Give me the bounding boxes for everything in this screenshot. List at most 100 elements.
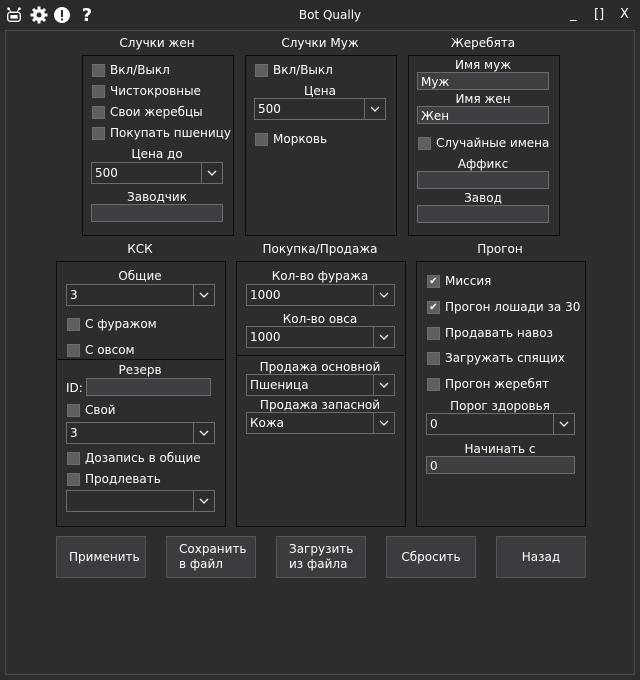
run-sell-manure-label: Продавать навоз (445, 326, 553, 340)
trade-spare-sale-value: Кожа (250, 416, 285, 430)
foals-random-label: Случайные имена (436, 136, 550, 150)
stallions-price-label: Цена (304, 84, 336, 98)
trade-main-sale-select[interactable]: Пшеница (246, 374, 395, 396)
trade-oats-label: Кол-во овса (282, 312, 358, 326)
apply-button[interactable]: Применить (56, 536, 146, 578)
mares-own-checkbox[interactable]: Свои жеребцы (92, 105, 203, 119)
foals-female-label: Имя жен (455, 92, 511, 106)
run-title: Прогон (477, 242, 523, 256)
chevron-down-icon (553, 414, 574, 434)
stallions-carrot-label: Морковь (273, 132, 328, 146)
minimize-button[interactable]: _ (570, 7, 577, 22)
ksk-general-value: 3 (70, 288, 78, 302)
mares-buy-wheat-label: Покупать пшеницу (110, 126, 231, 140)
run-mission-label: Миссия (445, 274, 492, 288)
ksk-title: КСК (127, 242, 153, 256)
mares-pure-checkbox[interactable]: Чистокровные (92, 84, 201, 98)
run-30-label: Прогон лошади за 30 (445, 300, 581, 314)
chevron-down-icon (373, 285, 394, 305)
ksk-general-select[interactable]: 3 (66, 284, 215, 306)
trade-feed-label: Кол-во фуража (271, 269, 369, 283)
ksk-oats-label: С овсом (85, 343, 135, 357)
trade-feed-value: 1000 (250, 288, 281, 302)
run-start-label: Начинать с (464, 442, 536, 456)
run-mission-checkbox[interactable]: ✔ Миссия (427, 274, 491, 288)
ksk-own-select[interactable]: 3 (66, 422, 215, 444)
mares-buy-wheat-checkbox[interactable]: Покупать пшеницу (92, 126, 231, 140)
run-start-input[interactable]: 0 (426, 456, 575, 474)
window-title: Bot Qually (298, 8, 362, 22)
foals-affix-label: Аффикс (457, 157, 509, 171)
ksk-oats-checkbox[interactable]: С овсом (67, 343, 135, 357)
stallions-price-value: 500 (258, 102, 281, 116)
load-from-file-button[interactable]: Загрузить из файла (276, 536, 366, 578)
chevron-down-icon (364, 99, 385, 119)
ksk-extend-checkbox[interactable]: Продлевать (67, 472, 161, 486)
ksk-own-value: 3 (70, 426, 78, 440)
chevron-down-icon (193, 491, 214, 511)
run-load-sleeping-checkbox[interactable]: Загружать спящих (427, 351, 565, 365)
maximize-button[interactable]: [] (594, 7, 604, 22)
ksk-feed-label: С фуражом (85, 317, 157, 331)
mares-breeder-label: Заводчик (127, 190, 187, 204)
run-sell-manure-checkbox[interactable]: Продавать навоз (427, 326, 553, 340)
chevron-down-icon (373, 413, 394, 433)
mares-price-value: 500 (95, 166, 118, 180)
ksk-own-label: Свой (85, 403, 116, 417)
close-button[interactable]: X (620, 7, 629, 22)
ksk-feed-checkbox[interactable]: С фуражом (67, 317, 157, 331)
stallions-onoff-checkbox[interactable]: Вкл/Выкл (255, 63, 333, 77)
save-to-file-button[interactable]: Сохранить в файл (166, 536, 256, 578)
foals-title: Жеребята (450, 36, 516, 50)
trade-main-sale-label: Продажа основной (259, 360, 381, 374)
run-load-sleeping-label: Загружать спящих (445, 351, 565, 365)
run-foals-checkbox[interactable]: Прогон жеребят (427, 377, 549, 391)
trade-main-sale-value: Пшеница (250, 378, 309, 392)
stallions-price-select[interactable]: 500 (254, 98, 386, 120)
mares-own-label: Свои жеребцы (110, 105, 203, 119)
foals-farm-input[interactable] (417, 205, 549, 223)
ksk-reserve-label: Резерв (118, 363, 162, 377)
ksk-id-input[interactable] (86, 378, 211, 396)
mares-onoff-label: Вкл/Выкл (110, 63, 170, 77)
ksk-extend-select[interactable] (66, 490, 215, 512)
ksk-own-checkbox[interactable]: Свой (67, 403, 116, 417)
trade-feed-select[interactable]: 1000 (246, 284, 395, 306)
run-30-checkbox[interactable]: ✔ Прогон лошади за 30 (427, 300, 580, 314)
trade-divider (236, 355, 404, 356)
foals-farm-label: Завод (464, 191, 502, 205)
run-health-select[interactable]: 0 (426, 413, 575, 435)
chevron-down-icon (193, 423, 214, 443)
mares-pure-label: Чистокровные (110, 84, 201, 98)
trade-title: Покупка/Продажа (262, 242, 378, 256)
ksk-id-label: ID: (66, 381, 83, 395)
trade-oats-select[interactable]: 1000 (246, 326, 395, 348)
trade-spare-sale-select[interactable]: Кожа (246, 412, 395, 434)
ksk-add-general-label: Дозапись в общие (85, 451, 201, 465)
foals-female-input[interactable]: Жен (417, 106, 549, 124)
ksk-add-general-checkbox[interactable]: Дозапись в общие (67, 451, 201, 465)
trade-oats-value: 1000 (250, 330, 281, 344)
chevron-down-icon (373, 327, 394, 347)
trade-spare-sale-label: Продажа запасной (259, 398, 381, 412)
mares-onoff-checkbox[interactable]: Вкл/Выкл (92, 63, 170, 77)
mares-title: Случки жен (119, 36, 195, 50)
ksk-divider (56, 359, 224, 360)
title-bar: ? Bot Qually _ [] X (0, 0, 640, 30)
back-button[interactable]: Назад (496, 536, 586, 578)
run-health-label: Порог здоровья (450, 399, 550, 413)
stallions-title: Случки Муж (281, 36, 359, 50)
chevron-down-icon (193, 285, 214, 305)
stallions-carrot-checkbox[interactable]: Морковь (255, 132, 327, 146)
chevron-down-icon (201, 163, 222, 183)
foals-male-label: Имя муж (454, 58, 512, 72)
run-health-value: 0 (430, 417, 438, 431)
mares-breeder-input[interactable] (91, 204, 223, 222)
reset-button[interactable]: Сбросить (386, 536, 476, 578)
mares-price-select[interactable]: 500 (91, 162, 223, 184)
foals-affix-input[interactable] (417, 171, 549, 189)
foals-random-checkbox[interactable]: Случайные имена (418, 136, 549, 150)
ksk-general-label: Общие (118, 269, 162, 283)
stallions-onoff-label: Вкл/Выкл (273, 63, 333, 77)
foals-male-input[interactable]: Муж (417, 72, 549, 90)
